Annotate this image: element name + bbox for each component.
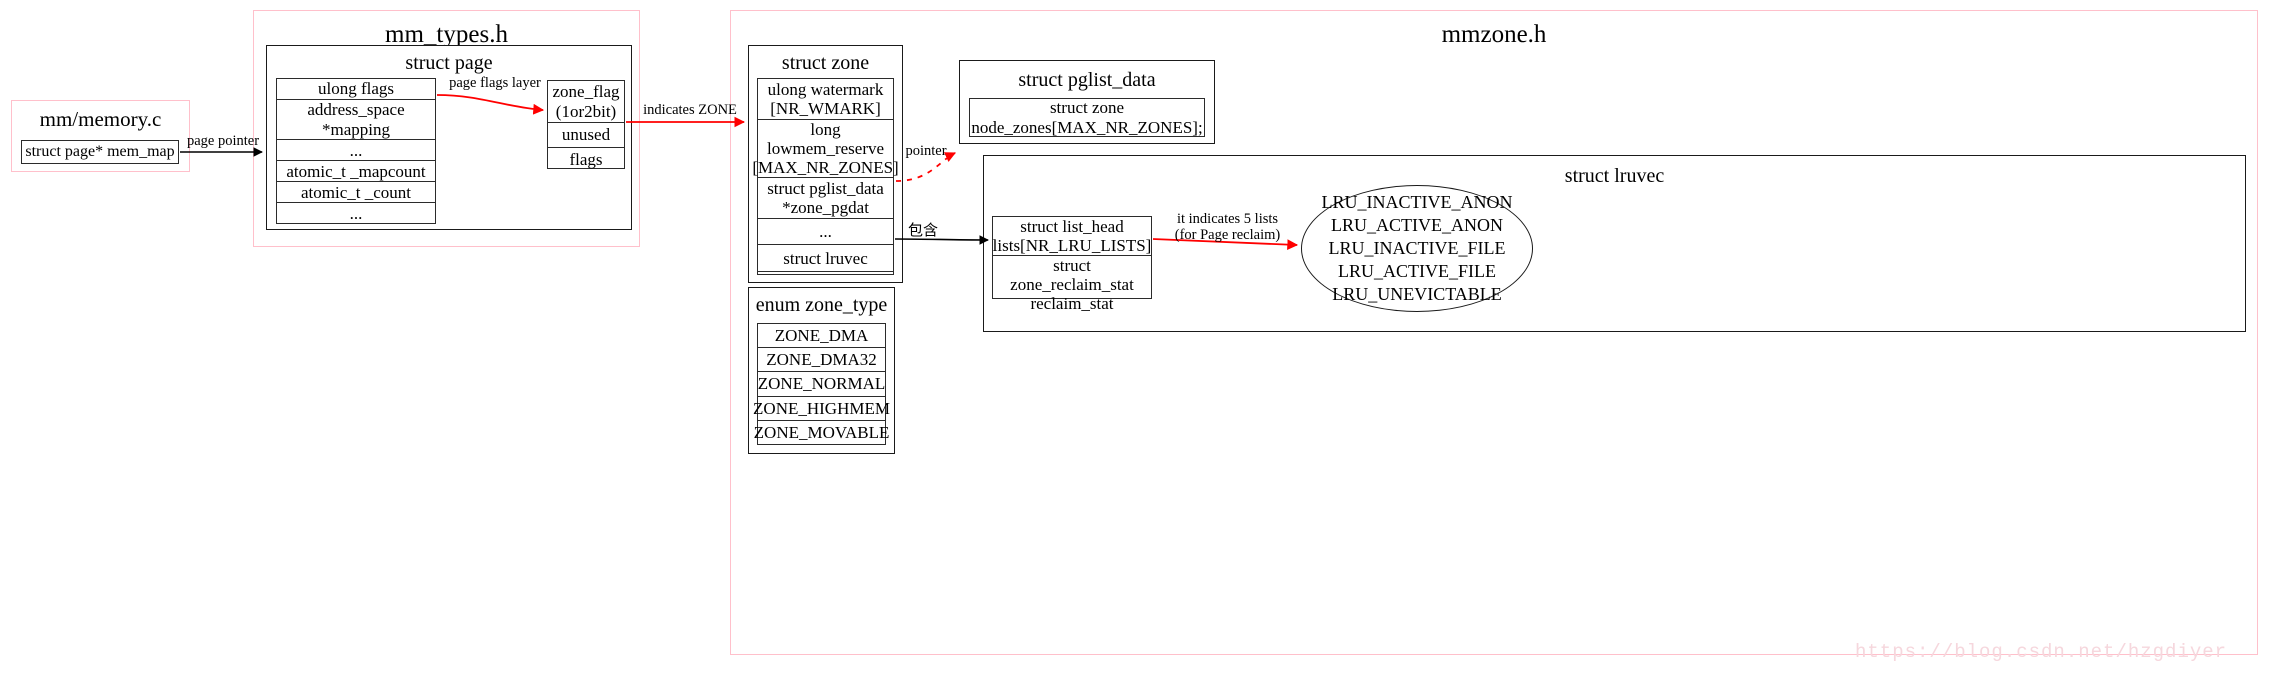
lruvec-field-1: struct zone_reclaim_stat reclaim_stat (1010, 256, 1134, 314)
struct-zone-field-2: struct pglist_data *zone_pgdat (758, 178, 893, 220)
struct-zone-field-4: struct lruvec (758, 245, 893, 273)
struct-page-field-5: ... (349, 203, 363, 223)
edge-label-five-lists: it indicates 5 lists (for Page reclaim) (1174, 211, 1281, 243)
enum-zone-type-fields: ZONE_DMA ZONE_DMA32 ZONE_NORMAL ZONE_HIG… (753, 323, 890, 445)
struct-zone-field-0: ulong watermark [NR_WMARK] (758, 79, 893, 120)
struct-page-fields: ulong flags address_space *mapping ... a… (276, 78, 436, 224)
zone-flag-box: zone_flag (1or2bit) unused flags (547, 80, 625, 169)
diagram-canvas: mm_types.h mmzone.h mm/memory.c struct p… (0, 0, 2274, 683)
enum-zone-type-value-2: ZONE_NORMAL (758, 372, 885, 397)
struct-zone-title: struct zone (781, 52, 870, 74)
zone-flag-field-2: flags (569, 150, 603, 170)
lruvec-title: struct lruvec (1564, 165, 1665, 187)
watermark-text: https://blog.csdn.net/hzgdiyer (1855, 641, 2228, 663)
struct-zone-fields: ulong watermark [NR_WMARK] long lowmem_r… (752, 78, 899, 294)
mem-map-field: struct page* mem_map (21, 140, 179, 164)
lruvec-field-0: struct list_head lists[NR_LRU_LISTS] (992, 217, 1152, 257)
pglist-data-node-zones-field: struct zone node_zones[MAX_NR_ZONES]; (969, 98, 1205, 137)
lru-lists-ellipse: LRU_INACTIVE_ANON LRU_ACTIVE_ANON LRU_IN… (1301, 185, 1533, 312)
struct-page-field-0: ulong flags (277, 79, 435, 100)
pglist-data-title: struct pglist_data (1018, 69, 1156, 91)
mm-memory-c-title: mm/memory.c (39, 107, 162, 131)
struct-page-field-3: atomic_t _mapcount (277, 161, 435, 183)
enum-zone-type-title: enum zone_type (755, 294, 888, 316)
struct-zone-field-1: long lowmem_reserve [MAX_NR_ZONES] (752, 120, 899, 179)
edge-label-pointer: pointer (905, 143, 947, 159)
struct-page-field-4: atomic_t _count (277, 182, 435, 204)
lruvec-fields: struct list_head lists[NR_LRU_LISTS] str… (992, 216, 1152, 313)
enum-zone-type-value-1: ZONE_DMA32 (758, 348, 885, 373)
struct-zone-field-3: ... (758, 219, 893, 246)
struct-page-field-1: address_space *mapping (277, 100, 435, 141)
edge-label-indicates-zone: indicates ZONE (643, 102, 737, 118)
enum-zone-type-value-4: ZONE_MOVABLE (753, 422, 890, 442)
zone-flag-field-0: zone_flag (1or2bit) (548, 81, 624, 123)
struct-page-field-2: ... (277, 140, 435, 162)
struct-page-title: struct page (405, 52, 493, 74)
enum-zone-type-value-0: ZONE_DMA (758, 324, 885, 349)
zone-flag-field-1: unused (548, 123, 624, 148)
edge-label-contains: 包含 (907, 221, 938, 239)
cluster-mmzone-title: mmzone.h (1441, 21, 1547, 48)
enum-zone-type-value-3: ZONE_HIGHMEM (753, 397, 890, 421)
edge-label-page-pointer: page pointer (186, 133, 260, 149)
edge-label-page-flags-layer: page flags layer (449, 75, 541, 91)
